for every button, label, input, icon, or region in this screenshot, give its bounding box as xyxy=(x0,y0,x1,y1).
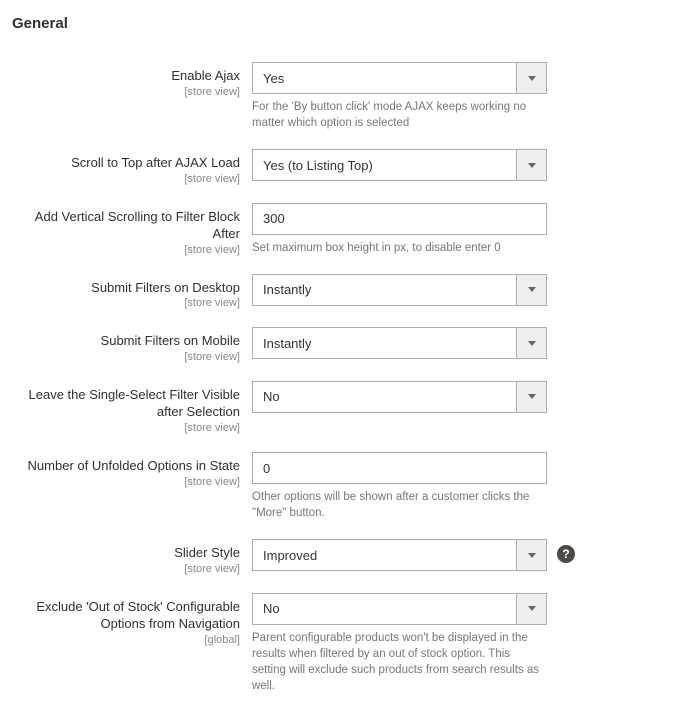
slider-style-label: Slider Style xyxy=(12,544,240,562)
vertical-scrolling-note: Set maximum box height in px, to disable… xyxy=(252,240,547,256)
submit-desktop-scope: [store view] xyxy=(12,297,240,309)
field-exclude-oos: Exclude 'Out of Stock' Configurable Opti… xyxy=(12,593,673,694)
scroll-to-top-value: Yes (to Listing Top) xyxy=(253,150,516,180)
field-scroll-to-top: Scroll to Top after AJAX Load [store vie… xyxy=(12,149,673,185)
submit-desktop-label: Submit Filters on Desktop xyxy=(12,279,240,297)
vertical-scrolling-label: Add Vertical Scrolling to Filter Block A… xyxy=(12,208,240,243)
slider-style-select[interactable]: Improved xyxy=(252,539,547,571)
submit-mobile-select[interactable]: Instantly xyxy=(252,327,547,359)
exclude-oos-scope: [global] xyxy=(12,634,240,646)
vertical-scrolling-scope: [store view] xyxy=(12,244,240,256)
scroll-to-top-select[interactable]: Yes (to Listing Top) xyxy=(252,149,547,181)
single-select-visible-value: No xyxy=(253,382,516,412)
enable-ajax-value: Yes xyxy=(253,63,516,93)
enable-ajax-select[interactable]: Yes xyxy=(252,62,547,94)
unfolded-options-input[interactable] xyxy=(252,452,547,484)
unfolded-options-scope: [store view] xyxy=(12,476,240,488)
chevron-down-icon xyxy=(516,275,546,305)
section-title: General xyxy=(12,15,673,32)
vertical-scrolling-input[interactable] xyxy=(252,203,547,235)
field-vertical-scrolling: Add Vertical Scrolling to Filter Block A… xyxy=(12,203,673,256)
exclude-oos-label: Exclude 'Out of Stock' Configurable Opti… xyxy=(12,598,240,633)
scroll-to-top-label: Scroll to Top after AJAX Load xyxy=(12,154,240,172)
chevron-down-icon xyxy=(516,328,546,358)
field-unfolded-options: Number of Unfolded Options in State [sto… xyxy=(12,452,673,521)
single-select-visible-select[interactable]: No xyxy=(252,381,547,413)
help-icon[interactable]: ? xyxy=(557,545,575,563)
single-select-visible-scope: [store view] xyxy=(12,422,240,434)
unfolded-options-label: Number of Unfolded Options in State xyxy=(12,457,240,475)
field-single-select-visible: Leave the Single-Select Filter Visible a… xyxy=(12,381,673,434)
chevron-down-icon xyxy=(516,150,546,180)
scroll-to-top-scope: [store view] xyxy=(12,173,240,185)
field-submit-desktop: Submit Filters on Desktop [store view] I… xyxy=(12,274,673,310)
slider-style-scope: [store view] xyxy=(12,563,240,575)
submit-mobile-label: Submit Filters on Mobile xyxy=(12,332,240,350)
submit-mobile-scope: [store view] xyxy=(12,351,240,363)
chevron-down-icon xyxy=(516,382,546,412)
chevron-down-icon xyxy=(516,63,546,93)
exclude-oos-note: Parent configurable products won't be di… xyxy=(252,630,547,694)
unfolded-options-note: Other options will be shown after a cust… xyxy=(252,489,547,521)
field-enable-ajax: Enable Ajax [store view] Yes For the 'By… xyxy=(12,62,673,131)
field-slider-style: Slider Style [store view] Improved ? xyxy=(12,539,673,575)
submit-desktop-select[interactable]: Instantly xyxy=(252,274,547,306)
single-select-visible-label: Leave the Single-Select Filter Visible a… xyxy=(12,386,240,421)
enable-ajax-note: For the 'By button click' mode AJAX keep… xyxy=(252,99,547,131)
field-submit-mobile: Submit Filters on Mobile [store view] In… xyxy=(12,327,673,363)
chevron-down-icon xyxy=(516,540,546,570)
submit-desktop-value: Instantly xyxy=(253,275,516,305)
slider-style-value: Improved xyxy=(253,540,516,570)
submit-mobile-value: Instantly xyxy=(253,328,516,358)
enable-ajax-scope: [store view] xyxy=(12,86,240,98)
enable-ajax-label: Enable Ajax xyxy=(12,67,240,85)
